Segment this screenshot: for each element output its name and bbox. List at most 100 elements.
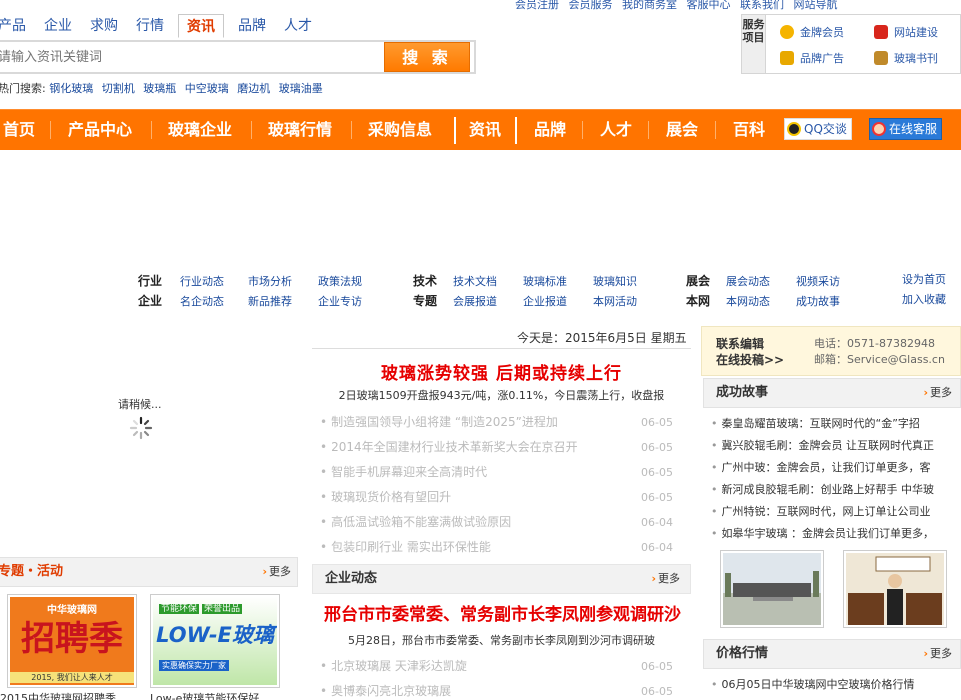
news-item[interactable]: • 奥博泰闪亮北京玻璃展 06-05 (320, 679, 675, 700)
news-item[interactable]: • 制造强国领导小组将建 “制造2025”进程加 06-05 (320, 410, 675, 435)
hot-search-term[interactable]: 切割机 (102, 82, 135, 95)
nav-wiki[interactable]: 百科 (733, 110, 765, 150)
top-link[interactable]: 客服中心 (687, 0, 731, 11)
topic-card-recruit[interactable]: 中华玻璃网 招聘季 2015, 我们让人来人才 (7, 594, 137, 688)
nav-market[interactable]: 玻璃行情 (268, 110, 332, 150)
subnav-link[interactable]: 企业专访 (318, 295, 362, 308)
subnav-link[interactable]: 成功故事 (796, 295, 840, 308)
search-tab-product[interactable]: 产品 (0, 14, 30, 38)
hot-search-term[interactable]: 玻璃油墨 (279, 82, 323, 95)
add-favorite-link[interactable]: 加入收藏 (902, 293, 946, 306)
nav-companies[interactable]: 玻璃企业 (168, 110, 232, 150)
list-item[interactable]: • 06月05日中华玻璃网中空玻璃价格行情 (711, 674, 961, 696)
loading-spinner-icon (129, 416, 153, 440)
service-books[interactable]: 玻璃书刊 (874, 50, 938, 66)
service-brand-ad[interactable]: 品牌广告 (780, 50, 844, 66)
top-link[interactable]: 会员注册 (515, 0, 559, 11)
nav-home[interactable]: 首页 (3, 110, 35, 150)
top-link[interactable]: 我的商务室 (622, 0, 677, 11)
service-website[interactable]: 网站建设 (874, 24, 938, 40)
success-photo[interactable] (720, 550, 824, 628)
news-item[interactable]: • 北京玻璃展 天津彩达凯旋 06-05 (320, 654, 675, 679)
nav-expo[interactable]: 展会 (666, 110, 698, 150)
set-homepage-link[interactable]: 设为首页 (902, 273, 946, 286)
topic-card-lowe[interactable]: 节能环保 荣誉出品 LOW-E玻璃 实惠确保实力厂家 (150, 594, 280, 688)
service-gold-member[interactable]: 金牌会员 (780, 24, 844, 40)
hot-search-term[interactable]: 磨边机 (237, 82, 270, 95)
search-button[interactable]: 搜 索 (384, 42, 470, 72)
topics-bar: 专题・活动 › 更多 (0, 557, 298, 587)
search-tab-brand[interactable]: 品牌 (234, 14, 270, 38)
subnav-link[interactable]: 本网动态 (726, 295, 770, 308)
topic-caption[interactable]: 2015中华玻璃网招聘季 (0, 690, 116, 700)
subnav-link[interactable]: 企业报道 (523, 295, 567, 308)
list-item[interactable]: • 广州特锐：互联网时代，网上订单让公司业 (711, 501, 961, 523)
nav-news[interactable]: 资讯 (469, 110, 501, 150)
list-item[interactable]: • 秦皇岛耀苗玻璃：互联网时代的“金”字招 (711, 413, 961, 435)
subnav-link[interactable]: 新品推荐 (248, 295, 292, 308)
submit-article-link[interactable]: 在线投稿>> (716, 351, 784, 368)
section-title: 价格行情 (716, 646, 769, 661)
subnav-link[interactable]: 名企动态 (180, 295, 224, 308)
search-tab-talent[interactable]: 人才 (280, 14, 316, 38)
news-item[interactable]: • 高低温试验箱不能塞满做试验原因 06-04 (320, 510, 675, 535)
book-icon (874, 51, 888, 65)
subnav-link[interactable]: 市场分析 (248, 275, 292, 288)
top-link[interactable]: 网站导航 (794, 0, 838, 11)
enterprise-headline[interactable]: 邢台市市委常委、常务副市长李凤刚参观调研沙 (310, 603, 695, 627)
online-service-button[interactable]: 在线客服 (869, 118, 943, 140)
news-item[interactable]: • 玻璃现货价格有望回升 06-05 (320, 485, 675, 510)
search-tab-purchase[interactable]: 求购 (86, 14, 122, 38)
hot-search-term[interactable]: 中空玻璃 (185, 82, 229, 95)
news-item[interactable]: • 2014年全国建材行业技术革新奖大会在京召开 06-05 (320, 435, 675, 460)
subnav-label: 技术 (413, 274, 438, 288)
contact-editor-link[interactable]: 联系编辑 (716, 335, 764, 352)
service-title: 服务项目 (742, 15, 766, 73)
news-item[interactable]: • 包装印刷行业 需实出环保性能 06-04 (320, 535, 675, 560)
subnav-link[interactable]: 玻璃标准 (523, 275, 567, 288)
more-link[interactable]: › 更多 (262, 558, 291, 586)
search-tab-news[interactable]: 资讯 (178, 14, 224, 38)
website-icon (874, 25, 888, 39)
nav-purchase[interactable]: 采购信息 (368, 110, 432, 150)
search-tab-market[interactable]: 行情 (132, 14, 168, 38)
nav-brand[interactable]: 品牌 (534, 110, 566, 150)
more-link[interactable]: › 更多 (923, 640, 952, 668)
top-link[interactable]: 联系我们 (740, 0, 784, 11)
hot-search-term[interactable]: 钢化玻璃 (49, 82, 93, 95)
subnav-label: 本网 (686, 294, 711, 308)
qq-chat-button[interactable]: QQ交谈 (784, 118, 852, 140)
hot-search-term[interactable]: 玻璃瓶 (143, 82, 176, 95)
list-item[interactable]: • 冀兴胶辊毛刷：金牌会员 让互联网时代真正 (711, 435, 961, 457)
nav-talent[interactable]: 人才 (600, 110, 632, 150)
headline-title[interactable]: 玻璃涨势较强 后期或持续上行 (312, 359, 691, 384)
subnav-link[interactable]: 政策法规 (318, 275, 362, 288)
subnav-link[interactable]: 行业动态 (180, 275, 224, 288)
subnav-link[interactable]: 展会动态 (726, 275, 770, 288)
subnav-link[interactable]: 技术文档 (453, 275, 497, 288)
success-story-bar: 成功故事 › 更多 (703, 378, 961, 408)
subnav-link[interactable]: 玻璃知识 (593, 275, 637, 288)
top-link[interactable]: 会员服务 (569, 0, 613, 11)
more-link[interactable]: › 更多 (923, 379, 952, 407)
success-photo[interactable] (843, 550, 947, 628)
price-list: • 06月05日中华玻璃网中空玻璃价格行情 (711, 674, 961, 696)
crown-icon (780, 51, 794, 65)
search-tab-company[interactable]: 企业 (40, 14, 76, 38)
subnav-link[interactable]: 会展报道 (453, 295, 497, 308)
list-item[interactable]: • 新河成良胶辊毛刷：创业路上好帮手 中华玻 (711, 479, 961, 501)
nav-products[interactable]: 产品中心 (68, 110, 132, 150)
list-item[interactable]: • 广州中玻：金牌会员，让我们订单更多，客 (711, 457, 961, 479)
search-box: 搜 索 (0, 40, 476, 74)
list-item[interactable]: • 如皋华宇玻璃 ：金牌会员让我们订单更多， (711, 523, 961, 545)
search-input[interactable] (0, 44, 381, 70)
more-link[interactable]: › 更多 (651, 565, 680, 593)
news-item[interactable]: • 智能手机屏幕迎来全高清时代 06-05 (320, 460, 675, 485)
card-big-text: LOW-E玻璃 (156, 623, 274, 647)
topic-caption[interactable]: Low-e玻璃节能环保好 (150, 690, 259, 700)
subnav-label: 企业 (138, 294, 163, 308)
subnav-link[interactable]: 视频采访 (796, 275, 840, 288)
nav-separator (648, 121, 649, 139)
headline-summary: 2日玻璃1509开盘报943元/吨，涨0.11%，今日震荡上行，收盘报 (338, 389, 665, 402)
subnav-link[interactable]: 本网活动 (593, 295, 637, 308)
